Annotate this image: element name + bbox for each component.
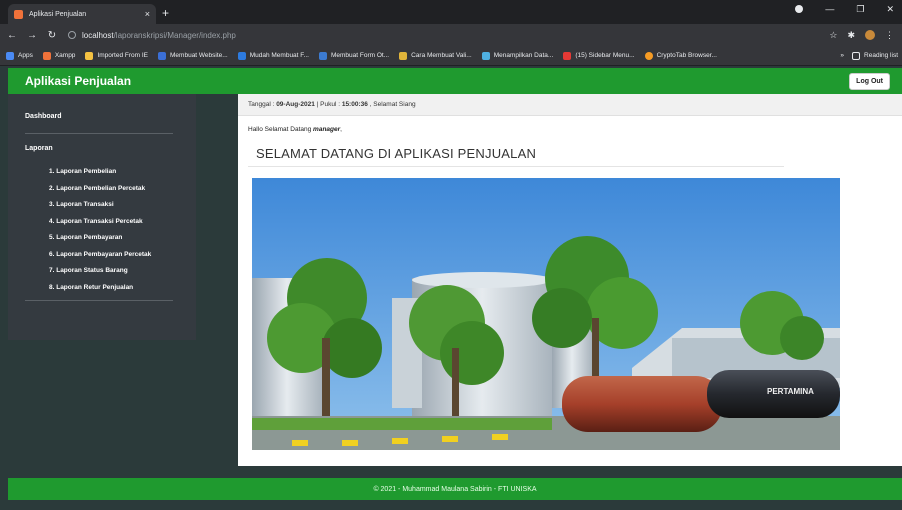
youtube-icon (563, 51, 572, 60)
site-icon (158, 51, 167, 60)
app-header: Aplikasi Penjualan Log Out (8, 68, 902, 94)
s-site-icon (237, 51, 246, 60)
page-title: SELAMAT DATANG DI APLIKASI PENJUALAN (256, 146, 537, 161)
menu-kebab-icon[interactable]: ⋮ (885, 30, 894, 41)
bookmark-apps[interactable]: Apps (6, 51, 33, 60)
sidebar-item-laporan-pembelian[interactable]: 1. Laporan Pembelian (49, 168, 151, 185)
sidebar-item-laporan-transaksi-percetak[interactable]: 4. Laporan Transaksi Percetak (49, 218, 151, 235)
folder-icon (85, 51, 94, 60)
footer: © 2021 - Muhammad Maulana Sabirin - FTI … (8, 478, 902, 500)
close-tab-icon[interactable]: × (145, 9, 150, 19)
xampp-icon (42, 51, 51, 60)
bookmark-menampilkan[interactable]: Menampilkan Data... (481, 51, 553, 60)
greeting-time: , Selamat Siang (367, 101, 416, 108)
logout-button[interactable]: Log Out (849, 72, 890, 90)
window-controls: — ❐ ✕ (795, 4, 902, 15)
reload-icon[interactable]: ↻ (44, 30, 60, 41)
bookmark-website[interactable]: Membuat Website... (158, 51, 228, 60)
cryptotab-icon (644, 51, 653, 60)
back-icon[interactable]: ← (4, 30, 20, 41)
sidebar-item-laporan[interactable]: Laporan (25, 145, 53, 152)
url-path: /laporanskripsi/Manager/index.php (113, 30, 236, 40)
browser-tab[interactable]: Aplikasi Penjualan × (8, 4, 156, 24)
sidebar-item-laporan-status-barang[interactable]: 7. Laporan Status Barang (49, 267, 151, 284)
bookmark-form[interactable]: Membuat Form Ot... (318, 51, 389, 60)
m-site-icon (318, 51, 327, 60)
bookmark-validasi[interactable]: Cara Membuat Vali... (399, 51, 472, 60)
hello-text: Hallo Selamat Datang manager, (248, 126, 342, 133)
sidebar-item-dashboard[interactable]: Dashboard (25, 113, 62, 120)
bookmark-imported[interactable]: Imported From IE (85, 51, 148, 60)
hero-image: PERTAMINA (252, 178, 840, 450)
truck-brand-label: PERTAMINA (767, 387, 814, 396)
close-window-icon[interactable]: ✕ (886, 4, 894, 15)
new-tab-button[interactable]: + (162, 6, 169, 20)
wave-site-icon (481, 51, 490, 60)
app-favicon-icon (14, 9, 23, 19)
reading-list-icon (852, 51, 861, 60)
bookmark-star-icon[interactable]: ☆ (829, 30, 837, 41)
sidebar-item-laporan-pembayaran-percetak[interactable]: 6. Laporan Pembayaran Percetak (49, 251, 151, 268)
sidebar-item-laporan-transaksi[interactable]: 3. Laporan Transaksi (49, 201, 151, 218)
address-bar-row: ← → ↻ localhost /laporanskripsi/Manager/… (0, 24, 902, 46)
sidebar-divider (25, 133, 173, 134)
sidebar-item-laporan-pembayaran[interactable]: 5. Laporan Pembayaran (49, 234, 151, 251)
footer-text: © 2021 - Muhammad Maulana Sabirin - FTI … (373, 485, 537, 493)
app-title[interactable]: Aplikasi Penjualan (25, 74, 131, 88)
site-info-icon[interactable] (68, 31, 76, 39)
sidebar: Dashboard Laporan 1. Laporan Pembelian 2… (8, 94, 196, 340)
record-icon[interactable] (795, 5, 804, 13)
extensions-icon[interactable]: ✱ (847, 30, 855, 41)
bookmark-cryptotab[interactable]: CryptoTab Browser... (644, 51, 717, 60)
date-value: 09-Aug-2021 (276, 101, 315, 108)
bookmark-mudah[interactable]: Mudah Membuat F... (237, 51, 309, 60)
url-host: localhost (82, 30, 114, 40)
sidebar-item-laporan-retur-penjualan[interactable]: 8. Laporan Retur Penjualan (49, 284, 151, 301)
forward-icon[interactable]: → (24, 30, 40, 41)
laporan-submenu: 1. Laporan Pembelian 2. Laporan Pembelia… (49, 168, 151, 300)
reading-list-button[interactable]: Reading list (852, 51, 898, 60)
bookmark-sidebar[interactable]: (15) Sidebar Menu... (563, 51, 635, 60)
bookmark-xampp[interactable]: Xampp (42, 51, 75, 60)
url-field[interactable]: localhost /laporanskripsi/Manager/index.… (68, 27, 829, 43)
sidebar-divider (25, 300, 173, 301)
fuel-depot-photo: PERTAMINA (252, 178, 840, 450)
date-time-bar: Tanggal : 09-Aug-2021 | Pukul : 15:00:36… (238, 94, 902, 116)
main-content: Tanggal : 09-Aug-2021 | Pukul : 15:00:36… (238, 94, 902, 466)
toolbar-right: ☆ ✱ ⋮ (829, 29, 894, 41)
bookmarks-bar: Apps Xampp Imported From IE Membuat Webs… (0, 46, 902, 66)
profile-avatar-icon[interactable] (865, 29, 875, 40)
title-divider (248, 166, 784, 167)
apps-grid-icon (6, 51, 14, 60)
username: manager (313, 126, 341, 133)
sidebar-item-laporan-pembelian-percetak[interactable]: 2. Laporan Pembelian Percetak (49, 185, 151, 202)
minimize-icon[interactable]: — (825, 4, 834, 15)
maximize-icon[interactable]: ❐ (856, 4, 864, 15)
browser-tab-bar: Aplikasi Penjualan × + — ❐ ✕ (0, 0, 902, 24)
tab-title: Aplikasi Penjualan (29, 10, 87, 18)
more-bookmarks-icon[interactable]: » (840, 52, 844, 60)
time-value: 15:00:36 (341, 101, 368, 108)
person-site-icon (399, 51, 408, 60)
